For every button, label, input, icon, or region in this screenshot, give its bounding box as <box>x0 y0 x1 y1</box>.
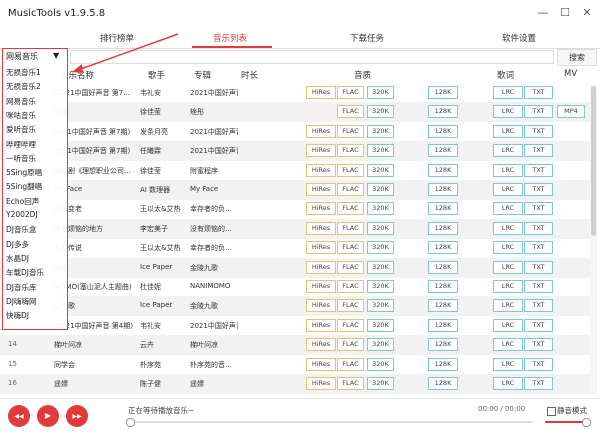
annotation-arrow <box>72 33 179 73</box>
